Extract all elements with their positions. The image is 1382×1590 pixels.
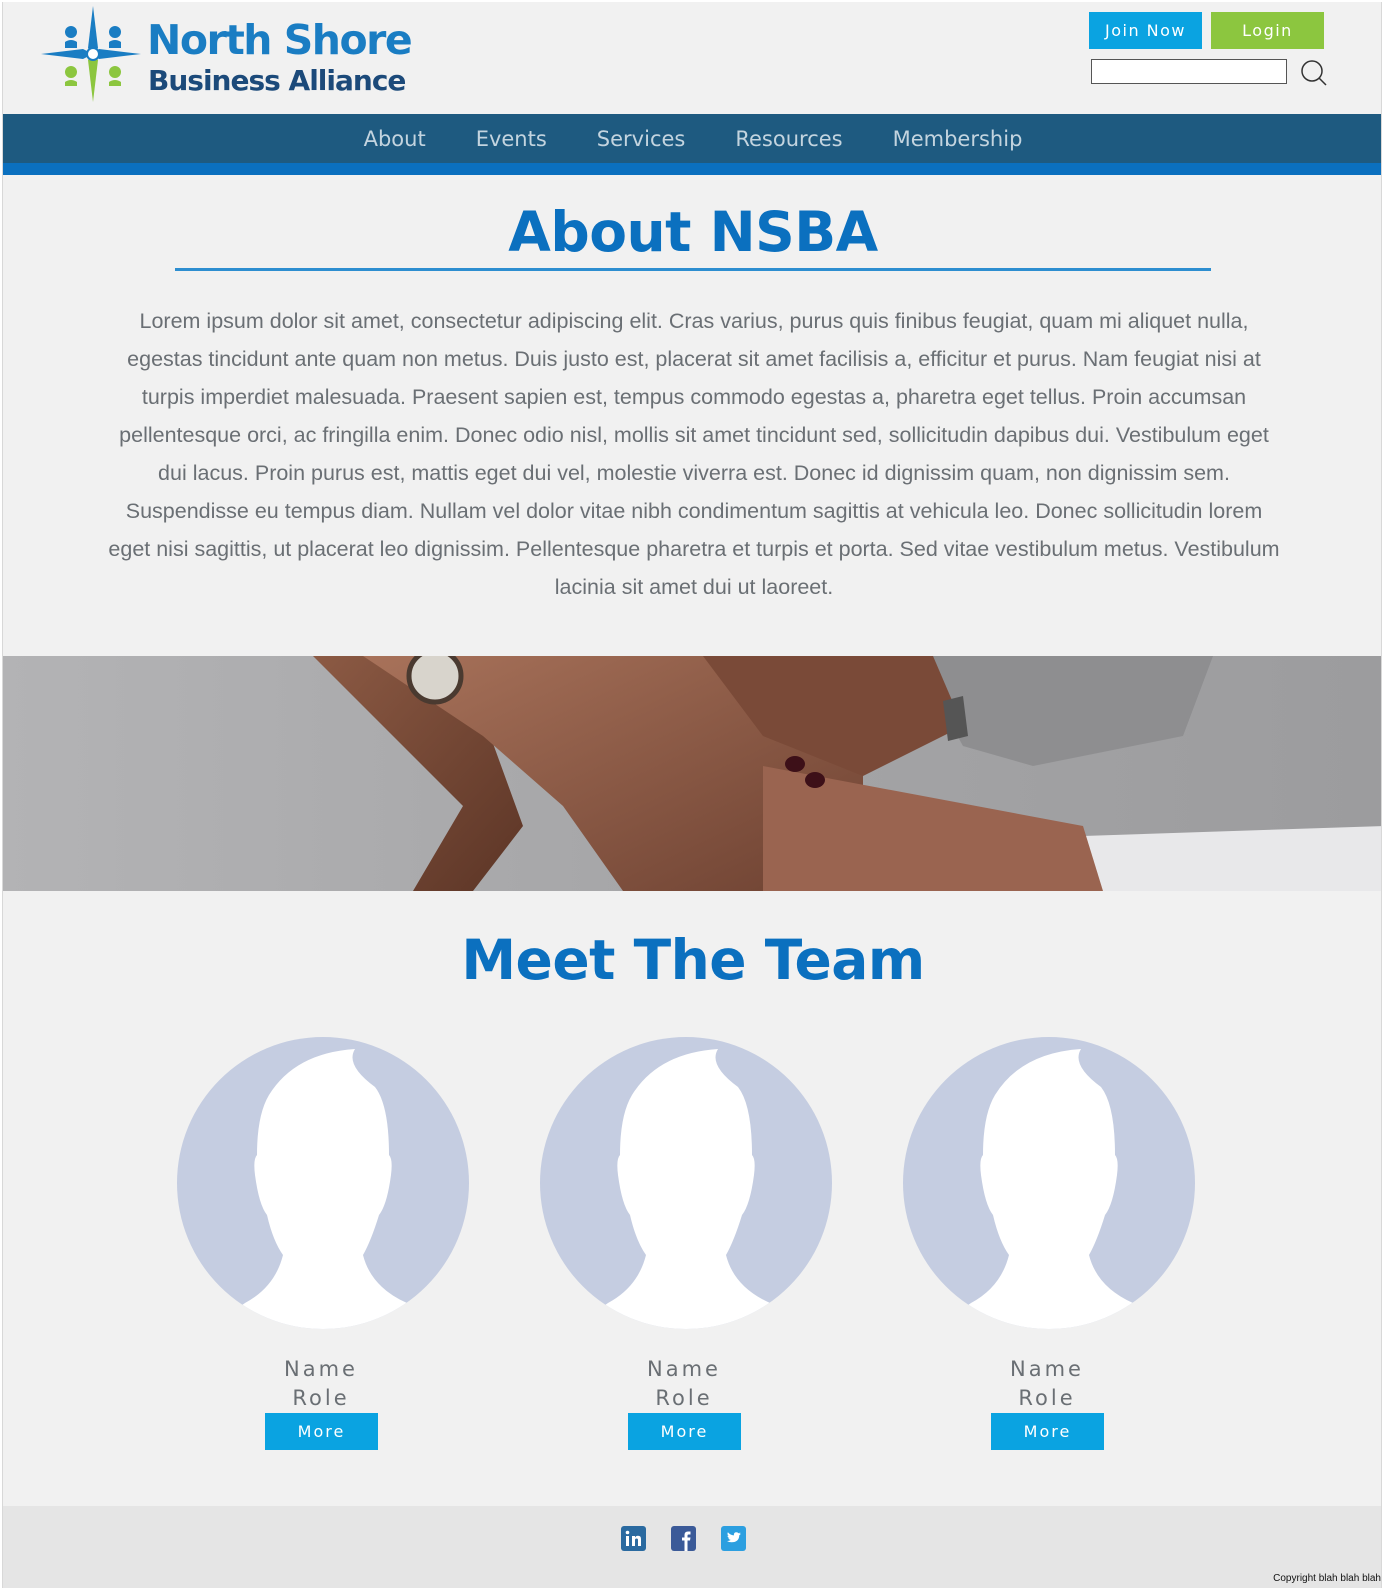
team-title: Meet The Team — [461, 928, 925, 992]
brand-name-line1: North Shore — [147, 16, 413, 64]
person-silhouette-icon — [903, 1037, 1195, 1329]
main-nav: About Events Services Resources Membersh… — [3, 114, 1381, 175]
brand-name-line2: Business Alliance — [148, 64, 406, 97]
title-divider — [175, 268, 1211, 271]
nav-underline-bar — [3, 163, 1381, 175]
member-name: Name — [284, 1357, 358, 1381]
person-silhouette-icon — [177, 1037, 469, 1329]
about-body-text: Lorem ipsum dolor sit amet, consectetur … — [108, 309, 1280, 599]
nav-item-services[interactable]: Services — [572, 114, 711, 163]
facebook-icon[interactable] — [671, 1526, 696, 1551]
team-member-card: Name Role More — [171, 1035, 471, 1455]
member-role: Role — [292, 1386, 350, 1410]
nav-item-resources[interactable]: Resources — [710, 114, 867, 163]
nav-item-events[interactable]: Events — [451, 114, 572, 163]
stacked-hands-illustration — [3, 656, 1381, 891]
more-button[interactable]: More — [991, 1413, 1104, 1450]
about-title: About NSBA — [508, 200, 878, 264]
search-input[interactable] — [1091, 59, 1287, 84]
compass-star-logo-icon — [41, 6, 141, 102]
person-silhouette-icon — [540, 1037, 832, 1329]
login-button[interactable]: Login — [1211, 12, 1324, 49]
nav-item-about[interactable]: About — [339, 114, 451, 175]
member-name: Name — [1010, 1357, 1084, 1381]
member-name: Name — [647, 1357, 721, 1381]
site-logo[interactable]: North Shore Business Alliance — [41, 6, 413, 106]
team-member-card: Name Role More — [897, 1035, 1197, 1455]
site-footer: Copyright blah blah blah — [3, 1506, 1381, 1588]
site-header: North Shore Business Alliance Join Now L… — [3, 2, 1381, 114]
team-member-card: Name Role More — [534, 1035, 834, 1455]
nav-items: About Events Services Resources Membersh… — [3, 114, 1381, 175]
search-icon[interactable] — [1299, 58, 1329, 88]
member-role: Role — [655, 1386, 713, 1410]
linkedin-icon[interactable] — [621, 1526, 646, 1551]
more-button[interactable]: More — [265, 1413, 378, 1450]
twitter-icon[interactable] — [721, 1526, 746, 1551]
join-now-button[interactable]: Join Now — [1089, 12, 1202, 49]
copyright-text: Copyright blah blah blah — [1273, 1573, 1381, 1584]
stacked-hands-photo — [3, 656, 1381, 891]
member-role: Role — [1018, 1386, 1076, 1410]
more-button[interactable]: More — [628, 1413, 741, 1450]
nav-item-membership[interactable]: Membership — [868, 114, 1048, 163]
page: North Shore Business Alliance Join Now L… — [2, 2, 1382, 1588]
